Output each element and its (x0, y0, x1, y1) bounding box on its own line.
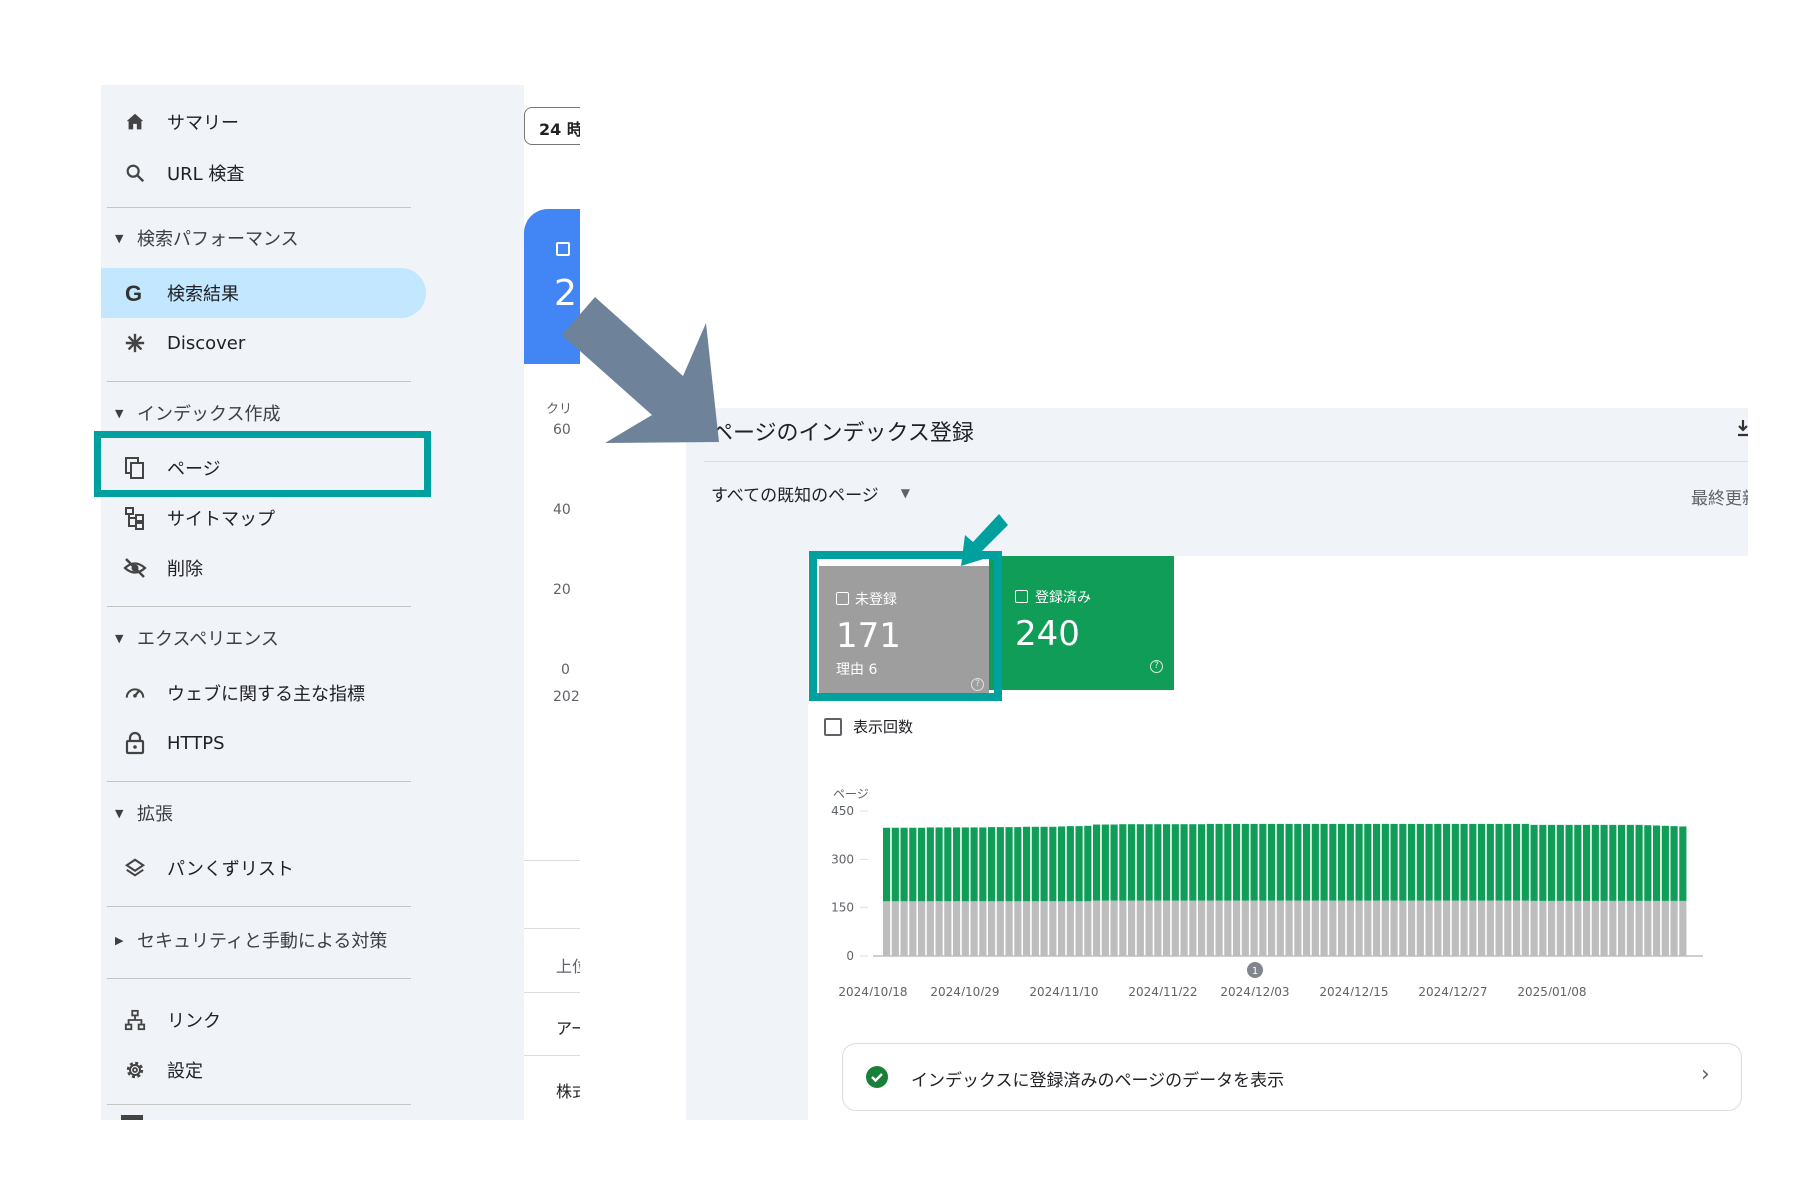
small-arrow (961, 514, 1008, 566)
big-arrow (562, 297, 719, 443)
annotation-overlay (562, 297, 1008, 566)
